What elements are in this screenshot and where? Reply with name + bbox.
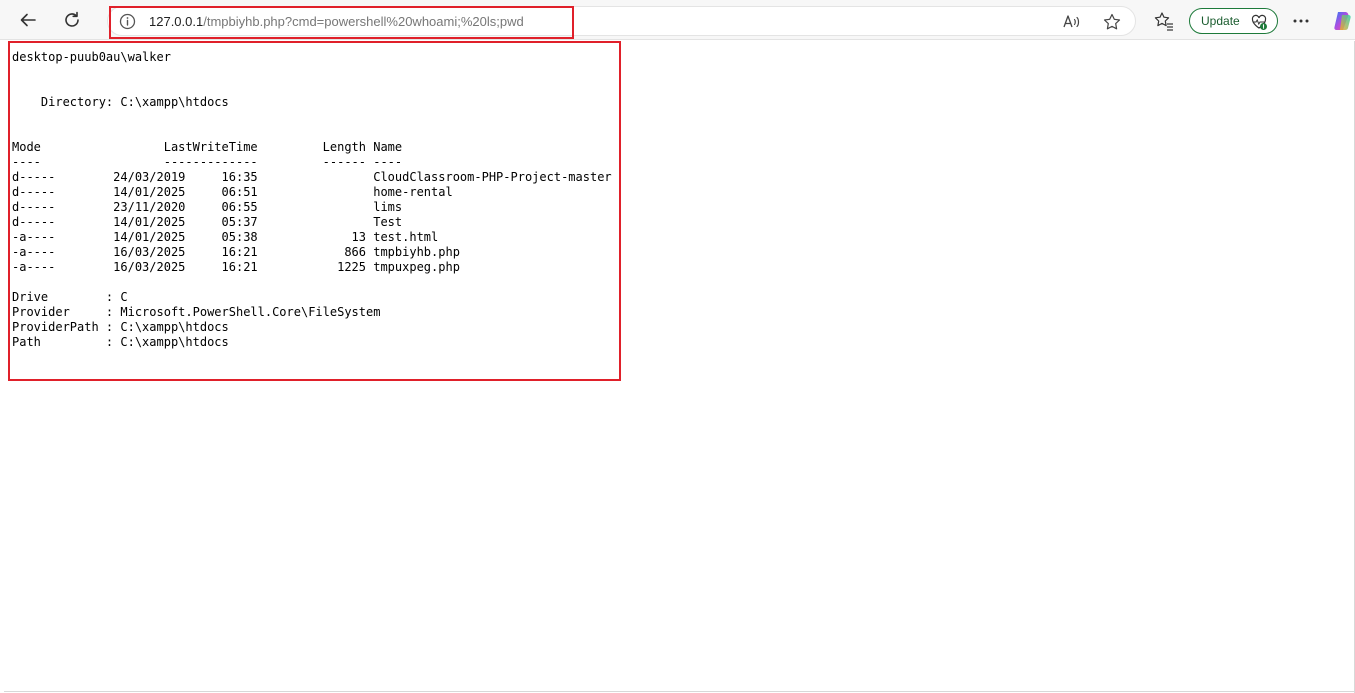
- output-line: d----- 23/11/2020 06:55 lims: [12, 200, 403, 214]
- output-line: d----- 14/01/2025 05:37 Test: [12, 215, 403, 229]
- output-line: ---- ------------- ------ ----: [12, 155, 403, 169]
- output-line: d----- 14/01/2025 06:51 home-rental: [12, 185, 453, 199]
- output-line: Mode LastWriteTime Length Name: [12, 140, 403, 154]
- copilot-icon[interactable]: [1331, 9, 1355, 33]
- url-text[interactable]: 127.0.0.1/tmpbiyhb.php?cmd=powershell%20…: [149, 13, 524, 30]
- update-button[interactable]: Update: [1189, 8, 1278, 34]
- output-line: Path : C:\xampp\htdocs: [12, 335, 229, 349]
- output-line: -a---- 14/01/2025 05:38 13 test.html: [12, 230, 439, 244]
- output-line: -a---- 16/03/2025 16:21 866 tmpbiyhb.php: [12, 245, 460, 259]
- update-label: Update: [1201, 14, 1240, 28]
- refresh-icon: [65, 11, 79, 27]
- browser-toolbar: 127.0.0.1/tmpbiyhb.php?cmd=powershell%20…: [0, 0, 1355, 40]
- window-bottom-edge: [4, 691, 1355, 692]
- output-line: desktop-puub0au\walker: [12, 50, 171, 64]
- favorite-star-icon[interactable]: [1102, 12, 1122, 32]
- back-button[interactable]: [13, 5, 43, 35]
- favorites-icon[interactable]: [1153, 10, 1175, 32]
- command-output: desktop-puub0au\walker Directory: C:\xam…: [12, 50, 612, 350]
- info-icon[interactable]: [119, 13, 136, 30]
- refresh-button[interactable]: [57, 5, 87, 35]
- output-line: Directory: C:\xampp\htdocs: [12, 95, 229, 109]
- update-heart-icon: [1251, 14, 1267, 30]
- output-line: d----- 24/03/2019 16:35 CloudClassroom-P…: [12, 170, 612, 184]
- read-aloud-icon[interactable]: [1061, 12, 1081, 32]
- url-host: 127.0.0.1: [149, 14, 204, 29]
- output-line: Drive : C: [12, 290, 128, 304]
- more-menu-icon[interactable]: [1291, 11, 1311, 31]
- address-bar[interactable]: 127.0.0.1/tmpbiyhb.php?cmd=powershell%20…: [107, 6, 1136, 36]
- output-line: ProviderPath : C:\xampp\htdocs: [12, 320, 229, 334]
- page-content: desktop-puub0au\walker Directory: C:\xam…: [0, 41, 1355, 693]
- url-path: /tmpbiyhb.php?cmd=powershell%20whoami;%2…: [203, 14, 524, 29]
- output-line: -a---- 16/03/2025 16:21 1225 tmpuxpeg.ph…: [12, 260, 460, 274]
- back-arrow-icon: [20, 13, 36, 27]
- output-line: Provider : Microsoft.PowerShell.Core\Fil…: [12, 305, 381, 319]
